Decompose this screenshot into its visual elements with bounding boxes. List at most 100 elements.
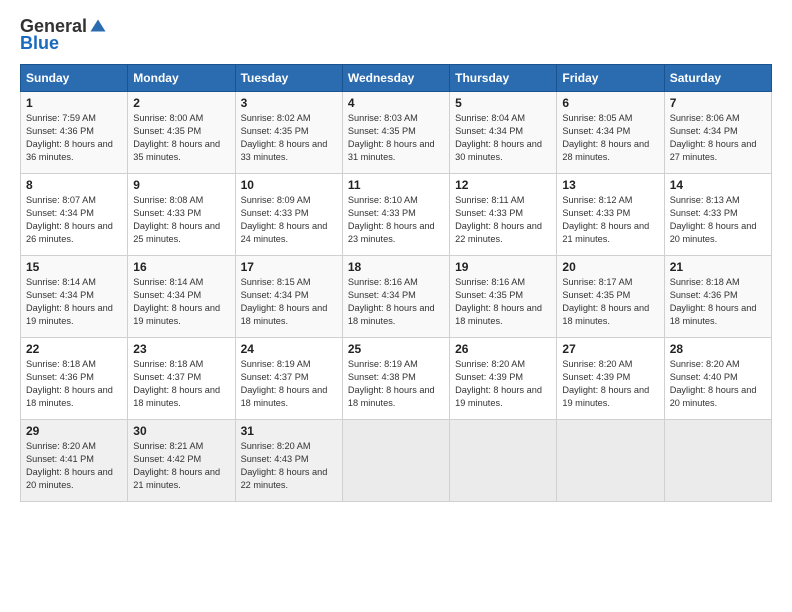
day-number: 22 — [26, 342, 122, 356]
calendar-table: Sunday Monday Tuesday Wednesday Thursday… — [20, 64, 772, 502]
table-row: 16 Sunrise: 8:14 AMSunset: 4:34 PMDaylig… — [128, 256, 235, 338]
table-row: 22 Sunrise: 8:18 AMSunset: 4:36 PMDaylig… — [21, 338, 128, 420]
calendar-header-row: Sunday Monday Tuesday Wednesday Thursday… — [21, 65, 772, 92]
day-info: Sunrise: 8:16 AMSunset: 4:34 PMDaylight:… — [348, 276, 444, 328]
day-info: Sunrise: 8:13 AMSunset: 4:33 PMDaylight:… — [670, 194, 766, 246]
day-info: Sunrise: 8:20 AMSunset: 4:41 PMDaylight:… — [26, 440, 122, 492]
table-row: 31 Sunrise: 8:20 AMSunset: 4:43 PMDaylig… — [235, 420, 342, 502]
day-number: 16 — [133, 260, 229, 274]
table-row: 27 Sunrise: 8:20 AMSunset: 4:39 PMDaylig… — [557, 338, 664, 420]
day-info: Sunrise: 8:09 AMSunset: 4:33 PMDaylight:… — [241, 194, 337, 246]
empty-cell — [450, 420, 557, 502]
day-info: Sunrise: 8:20 AMSunset: 4:39 PMDaylight:… — [455, 358, 551, 410]
page: General Blue Sunday Monday Tuesday Wedne… — [0, 0, 792, 612]
day-info: Sunrise: 8:15 AMSunset: 4:34 PMDaylight:… — [241, 276, 337, 328]
table-row: 7 Sunrise: 8:06 AMSunset: 4:34 PMDayligh… — [664, 92, 771, 174]
table-row: 19 Sunrise: 8:16 AMSunset: 4:35 PMDaylig… — [450, 256, 557, 338]
day-info: Sunrise: 8:11 AMSunset: 4:33 PMDaylight:… — [455, 194, 551, 246]
day-info: Sunrise: 8:10 AMSunset: 4:33 PMDaylight:… — [348, 194, 444, 246]
day-number: 6 — [562, 96, 658, 110]
day-number: 11 — [348, 178, 444, 192]
day-info: Sunrise: 8:03 AMSunset: 4:35 PMDaylight:… — [348, 112, 444, 164]
day-info: Sunrise: 8:20 AMSunset: 4:43 PMDaylight:… — [241, 440, 337, 492]
day-info: Sunrise: 8:18 AMSunset: 4:37 PMDaylight:… — [133, 358, 229, 410]
col-friday: Friday — [557, 65, 664, 92]
table-row: 4 Sunrise: 8:03 AMSunset: 4:35 PMDayligh… — [342, 92, 449, 174]
day-number: 13 — [562, 178, 658, 192]
day-info: Sunrise: 8:18 AMSunset: 4:36 PMDaylight:… — [26, 358, 122, 410]
day-number: 8 — [26, 178, 122, 192]
day-number: 19 — [455, 260, 551, 274]
table-row: 17 Sunrise: 8:15 AMSunset: 4:34 PMDaylig… — [235, 256, 342, 338]
day-number: 1 — [26, 96, 122, 110]
table-row: 1 Sunrise: 7:59 AMSunset: 4:36 PMDayligh… — [21, 92, 128, 174]
calendar-week-row: 15 Sunrise: 8:14 AMSunset: 4:34 PMDaylig… — [21, 256, 772, 338]
day-info: Sunrise: 8:16 AMSunset: 4:35 PMDaylight:… — [455, 276, 551, 328]
day-number: 30 — [133, 424, 229, 438]
day-info: Sunrise: 8:12 AMSunset: 4:33 PMDaylight:… — [562, 194, 658, 246]
day-number: 2 — [133, 96, 229, 110]
day-info: Sunrise: 8:07 AMSunset: 4:34 PMDaylight:… — [26, 194, 122, 246]
day-info: Sunrise: 8:19 AMSunset: 4:37 PMDaylight:… — [241, 358, 337, 410]
table-row: 14 Sunrise: 8:13 AMSunset: 4:33 PMDaylig… — [664, 174, 771, 256]
day-number: 18 — [348, 260, 444, 274]
day-info: Sunrise: 8:00 AMSunset: 4:35 PMDaylight:… — [133, 112, 229, 164]
logo-icon — [89, 18, 107, 36]
table-row: 30 Sunrise: 8:21 AMSunset: 4:42 PMDaylig… — [128, 420, 235, 502]
day-info: Sunrise: 8:04 AMSunset: 4:34 PMDaylight:… — [455, 112, 551, 164]
day-number: 24 — [241, 342, 337, 356]
table-row: 20 Sunrise: 8:17 AMSunset: 4:35 PMDaylig… — [557, 256, 664, 338]
table-row: 28 Sunrise: 8:20 AMSunset: 4:40 PMDaylig… — [664, 338, 771, 420]
day-info: Sunrise: 8:08 AMSunset: 4:33 PMDaylight:… — [133, 194, 229, 246]
empty-cell — [664, 420, 771, 502]
day-info: Sunrise: 8:05 AMSunset: 4:34 PMDaylight:… — [562, 112, 658, 164]
day-info: Sunrise: 8:14 AMSunset: 4:34 PMDaylight:… — [26, 276, 122, 328]
calendar-week-row: 1 Sunrise: 7:59 AMSunset: 4:36 PMDayligh… — [21, 92, 772, 174]
empty-cell — [342, 420, 449, 502]
table-row: 8 Sunrise: 8:07 AMSunset: 4:34 PMDayligh… — [21, 174, 128, 256]
table-row: 24 Sunrise: 8:19 AMSunset: 4:37 PMDaylig… — [235, 338, 342, 420]
day-info: Sunrise: 8:14 AMSunset: 4:34 PMDaylight:… — [133, 276, 229, 328]
day-number: 29 — [26, 424, 122, 438]
table-row: 21 Sunrise: 8:18 AMSunset: 4:36 PMDaylig… — [664, 256, 771, 338]
table-row: 5 Sunrise: 8:04 AMSunset: 4:34 PMDayligh… — [450, 92, 557, 174]
col-sunday: Sunday — [21, 65, 128, 92]
table-row: 25 Sunrise: 8:19 AMSunset: 4:38 PMDaylig… — [342, 338, 449, 420]
day-number: 27 — [562, 342, 658, 356]
day-number: 25 — [348, 342, 444, 356]
table-row: 18 Sunrise: 8:16 AMSunset: 4:34 PMDaylig… — [342, 256, 449, 338]
day-info: Sunrise: 8:17 AMSunset: 4:35 PMDaylight:… — [562, 276, 658, 328]
day-number: 28 — [670, 342, 766, 356]
logo-blue-text: Blue — [20, 33, 59, 54]
day-number: 5 — [455, 96, 551, 110]
header: General Blue — [20, 16, 772, 54]
table-row: 13 Sunrise: 8:12 AMSunset: 4:33 PMDaylig… — [557, 174, 664, 256]
day-number: 12 — [455, 178, 551, 192]
day-info: Sunrise: 8:19 AMSunset: 4:38 PMDaylight:… — [348, 358, 444, 410]
table-row: 15 Sunrise: 8:14 AMSunset: 4:34 PMDaylig… — [21, 256, 128, 338]
logo: General Blue — [20, 16, 107, 54]
calendar-week-row: 29 Sunrise: 8:20 AMSunset: 4:41 PMDaylig… — [21, 420, 772, 502]
day-number: 15 — [26, 260, 122, 274]
day-number: 23 — [133, 342, 229, 356]
table-row: 6 Sunrise: 8:05 AMSunset: 4:34 PMDayligh… — [557, 92, 664, 174]
calendar-week-row: 8 Sunrise: 8:07 AMSunset: 4:34 PMDayligh… — [21, 174, 772, 256]
table-row: 3 Sunrise: 8:02 AMSunset: 4:35 PMDayligh… — [235, 92, 342, 174]
calendar-week-row: 22 Sunrise: 8:18 AMSunset: 4:36 PMDaylig… — [21, 338, 772, 420]
table-row: 11 Sunrise: 8:10 AMSunset: 4:33 PMDaylig… — [342, 174, 449, 256]
day-info: Sunrise: 8:18 AMSunset: 4:36 PMDaylight:… — [670, 276, 766, 328]
day-number: 20 — [562, 260, 658, 274]
day-info: Sunrise: 7:59 AMSunset: 4:36 PMDaylight:… — [26, 112, 122, 164]
table-row: 2 Sunrise: 8:00 AMSunset: 4:35 PMDayligh… — [128, 92, 235, 174]
col-monday: Monday — [128, 65, 235, 92]
empty-cell — [557, 420, 664, 502]
col-wednesday: Wednesday — [342, 65, 449, 92]
col-saturday: Saturday — [664, 65, 771, 92]
table-row: 9 Sunrise: 8:08 AMSunset: 4:33 PMDayligh… — [128, 174, 235, 256]
table-row: 10 Sunrise: 8:09 AMSunset: 4:33 PMDaylig… — [235, 174, 342, 256]
day-number: 26 — [455, 342, 551, 356]
day-info: Sunrise: 8:02 AMSunset: 4:35 PMDaylight:… — [241, 112, 337, 164]
day-number: 17 — [241, 260, 337, 274]
col-thursday: Thursday — [450, 65, 557, 92]
day-number: 9 — [133, 178, 229, 192]
